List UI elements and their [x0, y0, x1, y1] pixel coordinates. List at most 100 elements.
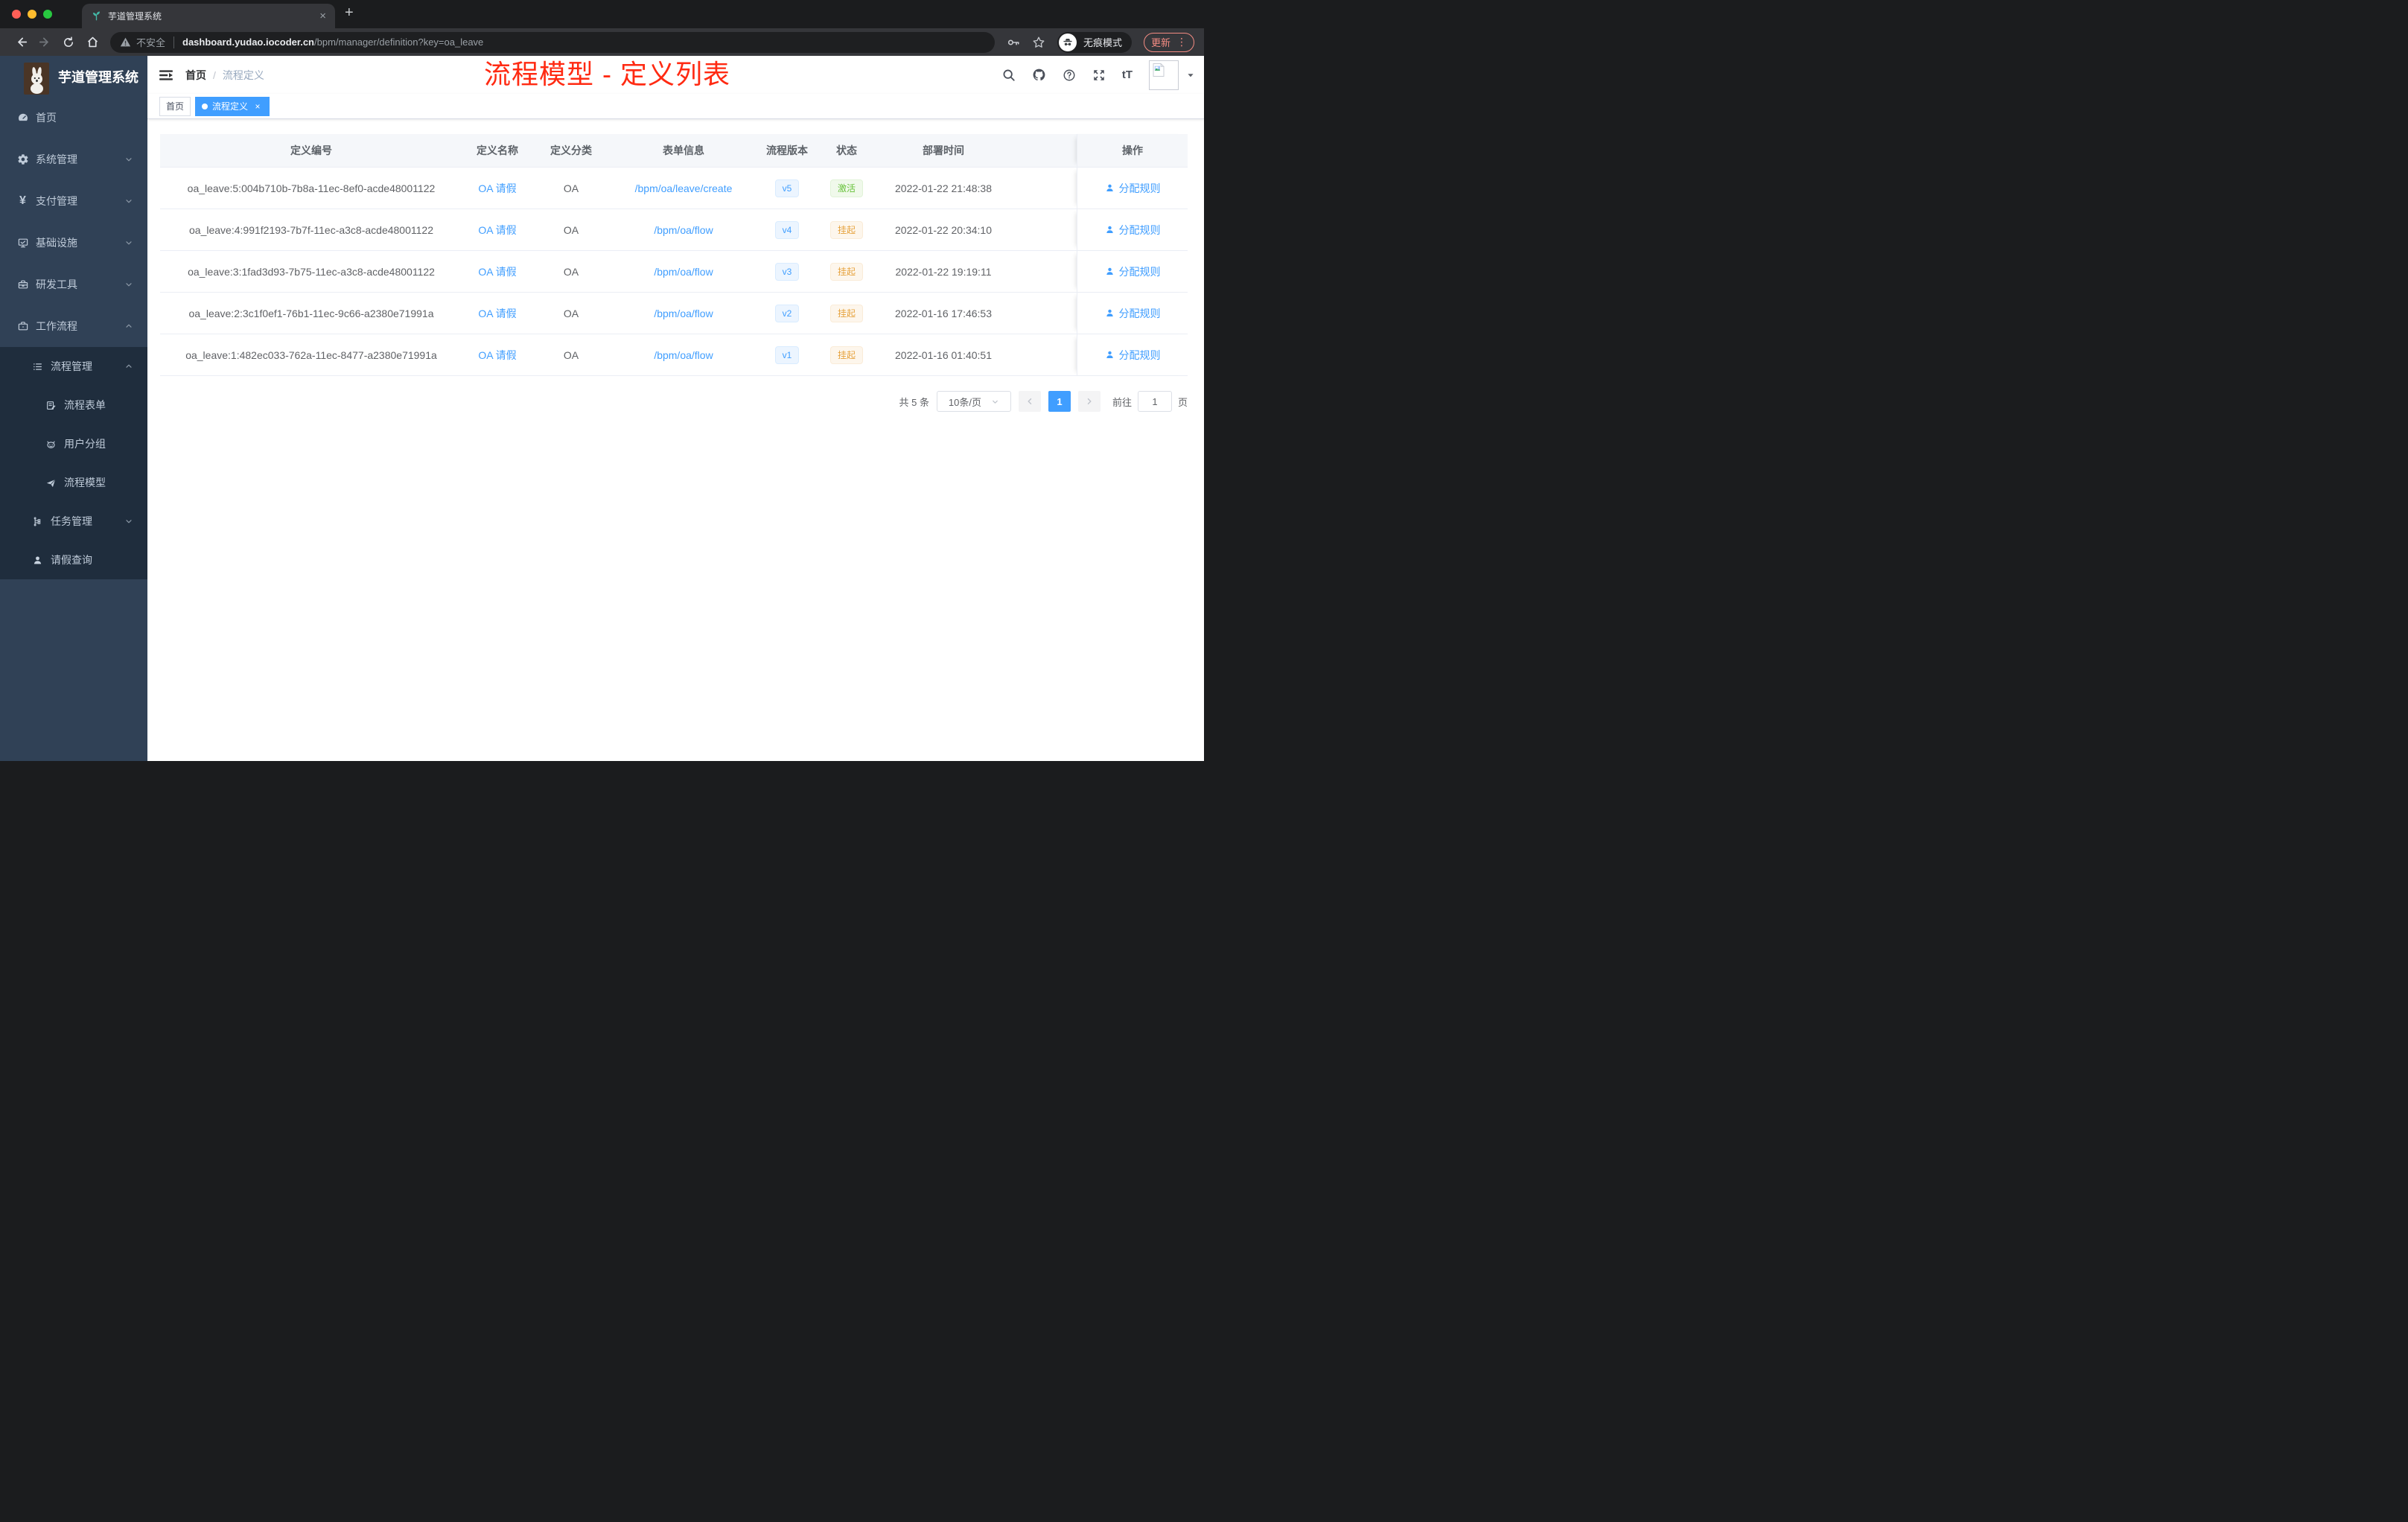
sidebar-item-dev-tools[interactable]: 研发工具: [0, 264, 147, 305]
status-badge: 挂起: [829, 262, 863, 281]
sidebar-item-label: 基础设施: [36, 237, 77, 249]
cell-form-link[interactable]: /bpm/oa/flow: [654, 224, 713, 236]
tag-home[interactable]: 首页: [159, 96, 191, 116]
tree-icon: [31, 516, 44, 527]
column-header-definition-id: 定义编号: [290, 144, 332, 156]
window-close-button[interactable]: [12, 10, 21, 19]
window-zoom-button[interactable]: [43, 10, 52, 19]
cell-form-link[interactable]: /bpm/oa/flow: [654, 308, 713, 319]
sidebar-item-label: 用户分组: [64, 438, 106, 450]
prev-page-button[interactable]: [1018, 391, 1041, 412]
github-icon[interactable]: [1032, 68, 1046, 82]
assign-rule-button[interactable]: 分配规则: [1105, 223, 1161, 238]
assign-rule-button[interactable]: 分配规则: [1105, 348, 1161, 363]
page-size-select[interactable]: 10条/页: [936, 391, 1011, 412]
search-icon[interactable]: [1002, 69, 1016, 82]
key-icon[interactable]: [1007, 36, 1020, 49]
screen: 芋道管理系统 × + 不安全 dashboard.yudao.iocoder.c…: [0, 0, 1204, 761]
cell-definition-name-link[interactable]: OA 请假: [478, 181, 516, 196]
cell-definition-name-link[interactable]: OA 请假: [478, 306, 516, 321]
new-tab-button[interactable]: +: [345, 4, 354, 22]
assign-rule-button[interactable]: 分配规则: [1105, 306, 1161, 321]
status-badge: 挂起: [829, 304, 863, 322]
sidebar-item-workflow[interactable]: 工作流程: [0, 305, 147, 347]
form-edit-icon: [45, 400, 57, 411]
update-button[interactable]: 更新 ⋮: [1143, 32, 1194, 52]
version-badge: v5: [774, 179, 800, 197]
sidebar-collapse-icon[interactable]: [159, 68, 173, 83]
cell-form-link[interactable]: /bpm/oa/flow: [654, 266, 713, 278]
breadcrumb-home[interactable]: 首页: [185, 68, 206, 83]
sidebar-item-task-management[interactable]: 任务管理: [0, 502, 147, 541]
chevron-down-icon: [124, 238, 133, 247]
sidebar-item-process-management[interactable]: 流程管理: [0, 347, 147, 386]
security-label[interactable]: 不安全: [136, 35, 165, 49]
page-number-button[interactable]: 1: [1048, 391, 1071, 412]
column-header-category: 定义分类: [550, 144, 592, 156]
select-caret-icon: [993, 400, 998, 404]
assign-rule-button[interactable]: 分配规则: [1105, 264, 1161, 279]
fullscreen-icon[interactable]: [1092, 69, 1106, 82]
assign-rule-button[interactable]: 分配规则: [1105, 181, 1161, 196]
cell-definition-name-link[interactable]: OA 请假: [478, 223, 516, 238]
cell-category: OA: [563, 265, 579, 278]
person-icon: [1106, 351, 1113, 359]
forward-icon[interactable]: [34, 36, 55, 48]
sidebar-item-process-form[interactable]: 流程表单: [0, 386, 147, 424]
browser-menu-kebab-icon[interactable]: ⋮: [1176, 36, 1187, 48]
address-bar[interactable]: 不安全 dashboard.yudao.iocoder.cn/bpm/manag…: [110, 31, 995, 53]
cell-definition-name-link[interactable]: OA 请假: [478, 348, 516, 363]
cell-form-link[interactable]: /bpm/oa/leave/create: [635, 182, 733, 194]
goto-page-input[interactable]: [1137, 391, 1172, 412]
table-row: oa_leave:5:004b710b-7b8a-11ec-8ef0-acde4…: [160, 168, 1188, 209]
home-icon[interactable]: [82, 36, 103, 48]
address-divider: [173, 36, 175, 48]
help-icon[interactable]: [1063, 69, 1076, 82]
sidebar-item-system[interactable]: 系统管理: [0, 138, 147, 180]
cell-definition-id: oa_leave:5:004b710b-7b8a-11ec-8ef0-acde4…: [187, 182, 436, 194]
browser-toolbar: 不安全 dashboard.yudao.iocoder.cn/bpm/manag…: [0, 28, 1204, 56]
cell-definition-id: oa_leave:3:1fad3d93-7b75-11ec-a3c8-acde4…: [188, 265, 435, 278]
tag-home-label: 首页: [166, 101, 185, 112]
app-title: 芋道管理系统: [58, 69, 138, 85]
version-badge: v2: [774, 304, 800, 322]
column-header-filler: [1010, 134, 1077, 167]
sidebar-item-infrastructure[interactable]: 基础设施: [0, 222, 147, 264]
back-icon[interactable]: [10, 36, 31, 48]
window-minimize-button[interactable]: [28, 10, 36, 19]
tag-process-definition[interactable]: 流程定义 ×: [195, 96, 270, 116]
sidebar-item-label: 工作流程: [36, 320, 77, 332]
reload-icon[interactable]: [58, 36, 79, 48]
person-icon: [1106, 267, 1113, 276]
chevron-right-icon: [1087, 398, 1092, 405]
chevron-down-icon: [124, 280, 133, 289]
cell-form-link[interactable]: /bpm/oa/flow: [654, 349, 713, 361]
tab-close-icon[interactable]: ×: [319, 10, 326, 22]
sidebar-item-payment[interactable]: ¥ 支付管理: [0, 180, 147, 222]
bookmark-star-icon[interactable]: [1032, 36, 1045, 49]
incognito-badge: 无痕模式: [1057, 31, 1132, 53]
version-badge: v4: [774, 220, 800, 239]
sidebar-logo[interactable]: 芋道管理系统: [0, 56, 147, 97]
cell-deploy-time: 2022-01-16 17:46:53: [895, 307, 992, 319]
cell-deploy-time: 2022-01-16 01:40:51: [895, 348, 992, 361]
column-header-version: 流程版本: [766, 144, 808, 156]
avatar-caret-down-icon[interactable]: [1186, 71, 1195, 80]
tag-close-icon[interactable]: ×: [252, 101, 263, 112]
cell-definition-name-link[interactable]: OA 请假: [478, 264, 516, 279]
browser-tab[interactable]: 芋道管理系统 ×: [82, 4, 335, 28]
font-size-icon[interactable]: tT: [1122, 69, 1133, 81]
user-avatar[interactable]: [1149, 60, 1179, 90]
sidebar-item-user-group[interactable]: 用户分组: [0, 424, 147, 463]
sidebar-item-leave-query[interactable]: 请假查询: [0, 541, 147, 579]
sidebar-item-process-model[interactable]: 流程模型: [0, 463, 147, 502]
cell-filler: [1010, 334, 1077, 375]
goto-page-group: 前往 页: [1112, 391, 1188, 412]
cell-filler: [1010, 251, 1077, 292]
app-header: 首页 / 流程定义 流程模型 - 定义列表 tT: [147, 56, 1204, 94]
next-page-button[interactable]: [1077, 391, 1101, 412]
active-tag-dot: [202, 103, 208, 109]
robot-face-icon: [45, 439, 57, 450]
sidebar-item-home[interactable]: 首页: [0, 97, 147, 138]
update-label: 更新: [1150, 37, 1170, 48]
